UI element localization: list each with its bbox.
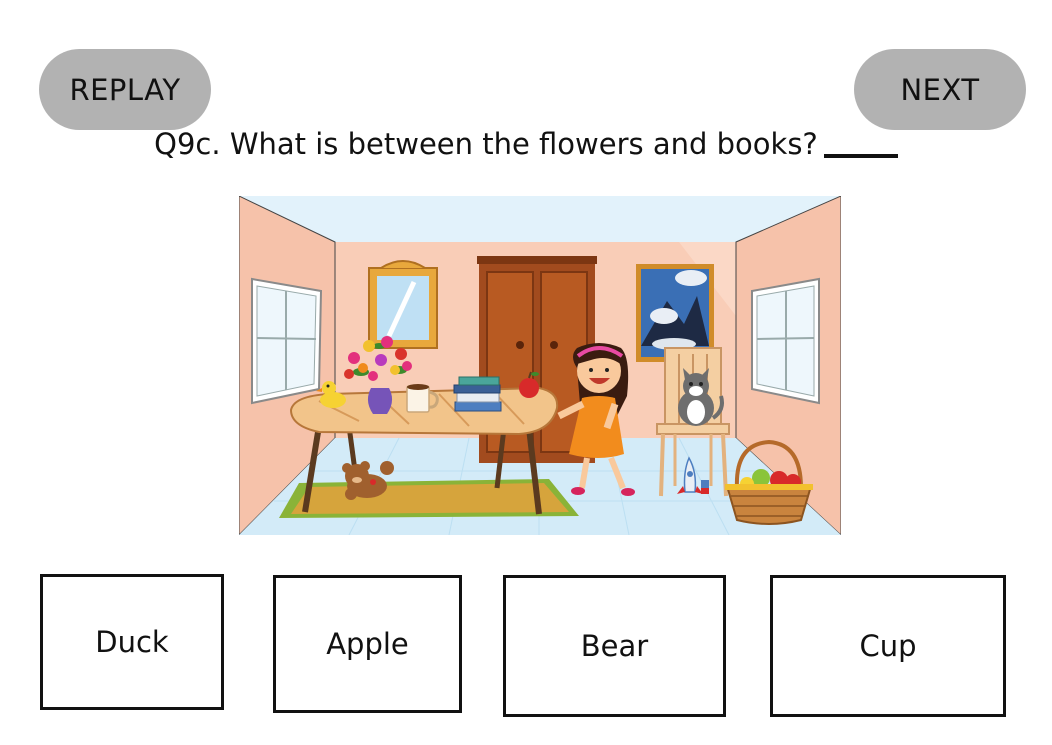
room-scene-illustration [239,196,841,535]
answer-option-label: Duck [95,625,169,659]
question-prompt: Q9c. What is between the flowers and boo… [0,124,1052,164]
right-window [751,277,820,405]
left-window [251,277,323,405]
question-text: Q9c. What is between the flowers and boo… [154,127,818,161]
answer-blank [823,132,898,158]
next-button[interactable]: NEXT [854,49,1026,130]
books [453,376,502,412]
answer-option-bear[interactable]: Bear [503,575,726,717]
mirror [368,260,438,349]
answer-option-cup[interactable]: Cup [770,575,1006,717]
replay-button[interactable]: REPLAY [39,49,211,130]
answer-option-apple[interactable]: Apple [273,575,462,713]
answer-option-label: Apple [326,627,409,661]
answer-option-duck[interactable]: Duck [40,574,224,710]
answer-option-label: Bear [580,629,649,663]
answer-option-label: Cup [859,629,917,663]
